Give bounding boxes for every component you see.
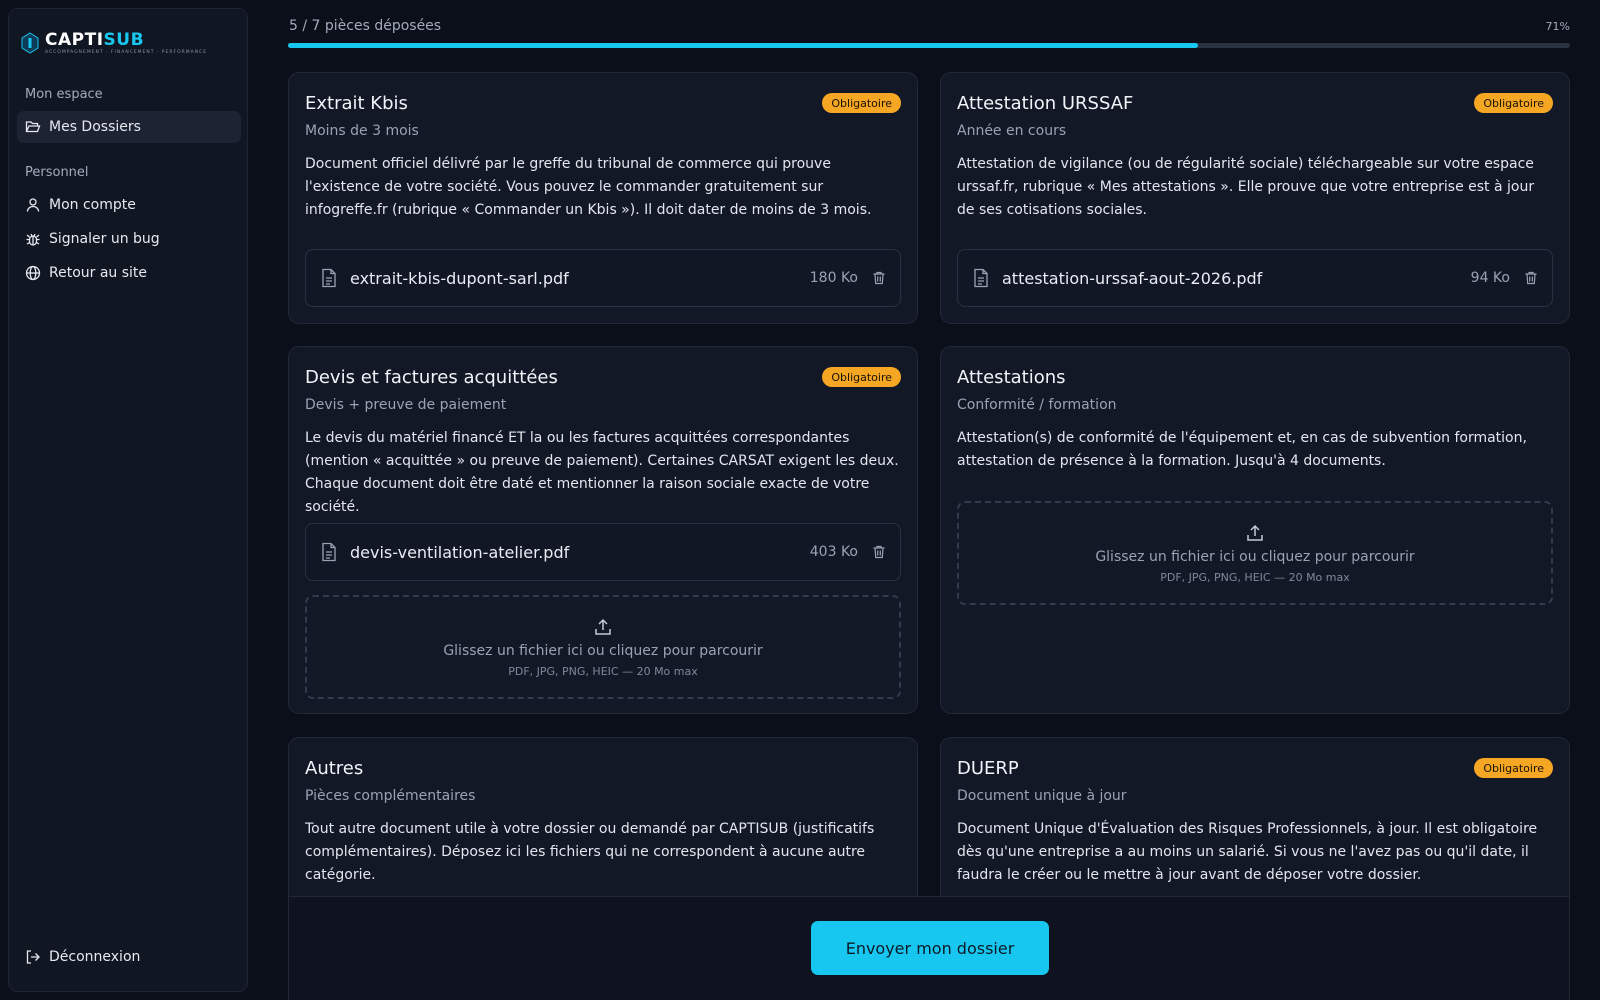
required-badge: Obligatoire	[822, 93, 901, 113]
sidebar-item-label: Déconnexion	[49, 949, 141, 965]
card-title: DUERP	[957, 758, 1019, 779]
sidebar-item-retour-site[interactable]: Retour au site	[17, 257, 241, 289]
send-dossier-button[interactable]: Envoyer mon dossier	[811, 921, 1049, 975]
file-dropzone[interactable]: Glissez un fichier ici ou cliquez pour p…	[305, 595, 901, 699]
sidebar-item-deconnexion[interactable]: Déconnexion	[17, 941, 241, 973]
section-label-mon-espace: Mon espace	[25, 87, 103, 102]
card-title: Attestation URSSAF	[957, 93, 1134, 114]
card-subtitle: Année en cours	[957, 123, 1067, 139]
user-icon	[26, 198, 40, 212]
progress-fill	[288, 43, 1199, 48]
sidebar-item-mon-compte[interactable]: Mon compte	[17, 189, 241, 221]
uploaded-file[interactable]: devis-ventilation-atelier.pdf 403 Ko	[305, 523, 901, 581]
progress-percent: 71%	[1545, 20, 1570, 33]
sidebar-item-label: Mon compte	[49, 197, 136, 213]
file-name: devis-ventilation-atelier.pdf	[350, 542, 570, 562]
dropzone-text: Glissez un fichier ici ou cliquez pour p…	[1095, 548, 1415, 565]
card-title: Autres	[305, 758, 364, 779]
required-badge: Obligatoire	[1474, 93, 1553, 113]
action-bar: Envoyer mon dossier	[288, 896, 1570, 1000]
document-icon	[974, 268, 988, 288]
brand-tagline: ACCOMPAGNEMENT · FINANCEMENT · PERFORMAN…	[45, 50, 208, 55]
brand-name: CAPTISUB	[45, 30, 145, 50]
document-icon	[322, 542, 336, 562]
file-dropzone[interactable]: Glissez un fichier ici ou cliquez pour p…	[957, 501, 1553, 605]
card-title: Attestations	[957, 367, 1066, 388]
uploaded-file[interactable]: attestation-urssaf-aout-2026.pdf 94 Ko	[957, 249, 1553, 307]
card-subtitle: Devis + preuve de paiement	[305, 397, 507, 413]
section-label-personnel: Personnel	[25, 165, 89, 180]
progress-label: 5 / 7 pièces déposées	[289, 18, 442, 34]
card-subtitle: Document unique à jour	[957, 788, 1127, 804]
sidebar-item-label: Mes Dossiers	[49, 119, 141, 135]
trash-icon[interactable]	[872, 545, 886, 559]
dropzone-text: Glissez un fichier ici ou cliquez pour p…	[443, 642, 763, 659]
brand-logo[interactable]: CAPTISUB ACCOMPAGNEMENT · FINANCEMENT · …	[21, 31, 207, 55]
document-card-attestations: Attestations Conformité / formation Atte…	[940, 346, 1570, 714]
sidebar-item-signaler-bug[interactable]: Signaler un bug	[17, 223, 241, 255]
file-name: attestation-urssaf-aout-2026.pdf	[1002, 268, 1263, 288]
upload-icon	[595, 618, 611, 635]
document-icon	[322, 268, 336, 288]
sidebar: CAPTISUB ACCOMPAGNEMENT · FINANCEMENT · …	[8, 8, 248, 992]
dropzone-hint: PDF, JPG, PNG, HEIC — 20 Mo max	[1160, 570, 1350, 584]
document-card-kbis: Extrait Kbis Obligatoire Moins de 3 mois…	[288, 72, 918, 324]
card-subtitle: Conformité / formation	[957, 397, 1117, 413]
required-badge: Obligatoire	[822, 367, 901, 387]
card-description: Document Unique d'Évaluation des Risques…	[957, 821, 1538, 883]
card-title: Devis et factures acquittées	[305, 367, 558, 388]
bug-icon	[26, 233, 40, 246]
required-badge: Obligatoire	[1474, 758, 1553, 778]
file-name: extrait-kbis-dupont-sarl.pdf	[350, 268, 569, 288]
sidebar-item-label: Signaler un bug	[49, 231, 160, 247]
folder-open-icon	[25, 121, 41, 133]
progress-bar	[288, 43, 1570, 48]
file-size: 403 Ko	[809, 544, 858, 560]
card-description: Tout autre document utile à votre dossie…	[305, 821, 875, 883]
upload-icon	[1247, 524, 1263, 541]
uploaded-file[interactable]: extrait-kbis-dupont-sarl.pdf 180 Ko	[305, 249, 901, 307]
sidebar-item-mes-dossiers[interactable]: Mes Dossiers	[17, 111, 241, 143]
dropzone-hint: PDF, JPG, PNG, HEIC — 20 Mo max	[508, 664, 698, 678]
card-description: Attestation de vigilance (ou de régulari…	[957, 156, 1535, 218]
file-size: 180 Ko	[809, 270, 858, 286]
trash-icon[interactable]	[872, 271, 886, 285]
card-subtitle: Moins de 3 mois	[305, 123, 419, 139]
logo-mark-icon	[21, 32, 39, 54]
document-card-urssaf: Attestation URSSAF Obligatoire Année en …	[940, 72, 1570, 324]
card-subtitle: Pièces complémentaires	[305, 788, 476, 804]
card-title: Extrait Kbis	[305, 93, 408, 114]
card-description: Le devis du matériel financé ET la ou le…	[305, 430, 899, 515]
card-description: Document officiel délivré par le greffe …	[305, 156, 872, 218]
document-card-devis-factures: Devis et factures acquittées Obligatoire…	[288, 346, 918, 714]
logout-icon	[26, 950, 40, 964]
card-description: Attestation(s) de conformité de l'équipe…	[957, 430, 1527, 469]
trash-icon[interactable]	[1524, 271, 1538, 285]
sidebar-item-label: Retour au site	[49, 265, 148, 281]
file-size: 94 Ko	[1470, 270, 1510, 286]
globe-icon	[25, 265, 41, 281]
